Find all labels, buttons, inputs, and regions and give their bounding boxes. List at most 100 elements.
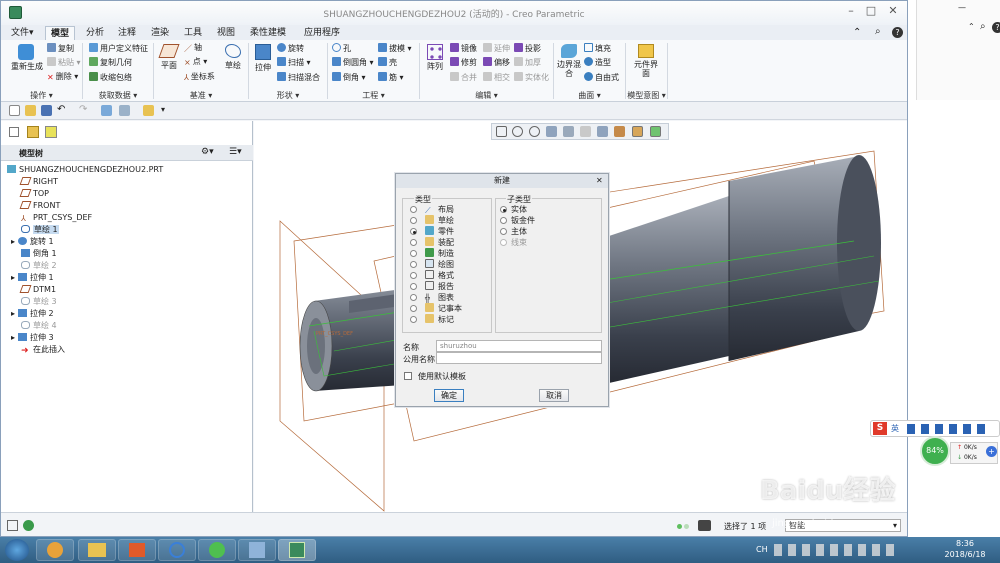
ime-toolbar[interactable]: S 英 — [870, 420, 1000, 437]
regenerate-button[interactable]: 重新生成 — [11, 44, 43, 72]
help-icon[interactable]: ? — [892, 27, 903, 38]
radio-icon[interactable] — [410, 261, 417, 268]
toggle-navigator-icon[interactable] — [7, 520, 18, 531]
find-icon[interactable] — [698, 520, 711, 531]
redo-icon[interactable]: ↷ — [79, 104, 87, 115]
help-icon[interactable]: ? — [992, 22, 1000, 33]
axis-button[interactable]: ／轴 — [184, 43, 202, 53]
point-button[interactable]: × 点 ▾ — [184, 57, 207, 67]
zoom-out-icon[interactable] — [529, 126, 540, 137]
pattern-button[interactable]: 阵列 — [424, 44, 446, 72]
shell-button[interactable]: 壳 — [378, 57, 397, 68]
type-option-drawing[interactable]: 绘图 — [410, 259, 490, 270]
minimize-button[interactable]: – — [843, 4, 859, 18]
expand-arrow-icon[interactable]: ▸ — [11, 273, 15, 282]
intersect-button[interactable]: 相交 — [483, 72, 510, 83]
subtype-option-sheetmetal[interactable]: 钣金件 — [500, 215, 600, 226]
radio-icon[interactable] — [410, 272, 417, 279]
ime-tool-icons[interactable] — [907, 424, 987, 434]
minimize-icon[interactable]: — — [958, 3, 966, 12]
group-label-surfaces[interactable]: 曲面 ▾ — [554, 90, 625, 101]
radio-icon[interactable] — [500, 228, 507, 235]
datum-display-icon[interactable] — [614, 126, 625, 137]
tree-item-sketch-1[interactable]: 草绘 1 — [21, 224, 59, 236]
radio-icon[interactable] — [410, 283, 417, 290]
taskbar-app-browser[interactable] — [36, 539, 74, 561]
extend-button[interactable]: 延伸 — [483, 43, 510, 54]
tree-item-right[interactable]: RIGHT — [19, 176, 58, 188]
rib-button[interactable]: 筋 ▾ — [378, 72, 404, 83]
clock[interactable]: 8:36 2018/6/18 — [940, 538, 990, 560]
save-icon[interactable] — [41, 105, 52, 116]
subtype-option-harness[interactable]: 线束 — [500, 237, 600, 248]
chamfer-button[interactable]: 倒角 ▾ — [332, 72, 366, 83]
tab-applications[interactable]: 应用程序 — [299, 26, 345, 40]
sketch-button[interactable]: 草绘 — [222, 44, 244, 71]
tree-item-front[interactable]: FRONT — [19, 200, 60, 212]
merge-button[interactable]: 合并 — [450, 72, 477, 83]
group-label-editing[interactable]: 编辑 ▾ — [420, 90, 553, 101]
csys-button[interactable]: ⅄ 坐标系 — [184, 72, 215, 82]
tree-item-csys[interactable]: ⅄ PRT_CSYS_DEF — [21, 212, 92, 224]
default-template-checkbox[interactable] — [404, 372, 412, 380]
folder-browser-tab-icon[interactable] — [27, 126, 39, 138]
type-option-assembly[interactable]: 装配 — [410, 237, 490, 248]
shaft-middle-section[interactable] — [609, 196, 729, 383]
collapse-icon[interactable]: ⌃ — [968, 22, 975, 31]
subtype-option-solid[interactable]: 实体 — [500, 204, 600, 215]
taskbar-app-360[interactable] — [198, 539, 236, 561]
expand-arrow-icon[interactable]: ▸ — [11, 237, 15, 246]
tree-item-extrude-2[interactable]: ▸ 拉伸 2 — [11, 308, 54, 320]
search-icon[interactable]: ⌕ — [875, 26, 881, 37]
search-icon[interactable]: ⌕ — [980, 21, 986, 32]
hole-button[interactable]: 孔 — [332, 43, 351, 54]
component-interface-button[interactable]: 元件界面 — [631, 44, 661, 78]
minimize-ribbon-icon[interactable]: ⌃ — [853, 27, 861, 38]
type-option-format[interactable]: 格式 — [410, 270, 490, 281]
tab-file[interactable]: 文件▾ — [6, 26, 39, 40]
group-label-datum[interactable]: 基准 ▾ — [154, 90, 248, 101]
tab-annotate[interactable]: 注释 — [113, 26, 141, 40]
tab-model[interactable]: 模型 — [45, 26, 76, 40]
udf-button[interactable]: 用户定义特征 — [89, 43, 148, 54]
model-tree-tab-icon[interactable] — [9, 127, 19, 137]
freestyle-button[interactable]: 自由式 — [584, 72, 619, 83]
taskbar-app-media[interactable] — [118, 539, 156, 561]
extrude-button[interactable]: 拉伸 — [252, 44, 274, 73]
tree-item-revolve-1[interactable]: ▸ 旋转 1 — [11, 236, 54, 248]
taskbar-app-baidu[interactable] — [158, 539, 196, 561]
radio-icon[interactable] — [500, 217, 507, 224]
dialog-close-button[interactable]: ✕ — [596, 176, 603, 185]
close-button[interactable]: ✕ — [885, 4, 901, 18]
speed-ball[interactable]: 84% — [920, 436, 950, 466]
tree-columns-icon[interactable]: ☰▾ — [229, 147, 242, 157]
radio-icon[interactable] — [410, 217, 417, 224]
type-option-part[interactable]: 零件 — [410, 226, 490, 237]
common-name-input[interactable] — [436, 352, 602, 364]
type-option-sketch[interactable]: 草绘 — [410, 215, 490, 226]
spin-center-icon[interactable] — [650, 126, 661, 137]
group-label-engineering[interactable]: 工程 ▾ — [328, 90, 419, 101]
ime-language[interactable]: 英 — [891, 423, 899, 434]
tab-analysis[interactable]: 分析 — [81, 26, 109, 40]
taskbar-app-explorer[interactable] — [78, 539, 116, 561]
sweep-button[interactable]: 扫描 ▾ — [277, 57, 311, 68]
undo-icon[interactable]: ↶ — [57, 104, 65, 115]
tab-render[interactable]: 渲染 — [146, 26, 174, 40]
expand-arrow-icon[interactable]: ▸ — [11, 309, 15, 318]
name-input[interactable]: shuruzhou — [436, 340, 602, 352]
tree-item-top[interactable]: TOP — [19, 188, 49, 200]
delete-button[interactable]: ✕ 删除 ▾ — [47, 72, 78, 82]
start-button[interactable] — [5, 539, 29, 561]
browser-toggle-icon[interactable] — [23, 520, 34, 531]
tab-view[interactable]: 视图 — [212, 26, 240, 40]
offset-button[interactable]: 偏移 — [483, 57, 510, 68]
tree-item-chamfer-1[interactable]: 倒角 1 — [21, 248, 57, 260]
radio-icon[interactable] — [410, 228, 417, 235]
shrinkwrap-button[interactable]: 收缩包络 — [89, 72, 132, 83]
radio-icon[interactable] — [500, 206, 507, 213]
tree-item-extrude-3[interactable]: ▸ 拉伸 3 — [11, 332, 54, 344]
trim-button[interactable]: 修剪 — [450, 57, 477, 68]
type-option-diagram[interactable]: ╬ 图表 — [410, 292, 490, 303]
display-style-icon[interactable] — [563, 126, 574, 137]
